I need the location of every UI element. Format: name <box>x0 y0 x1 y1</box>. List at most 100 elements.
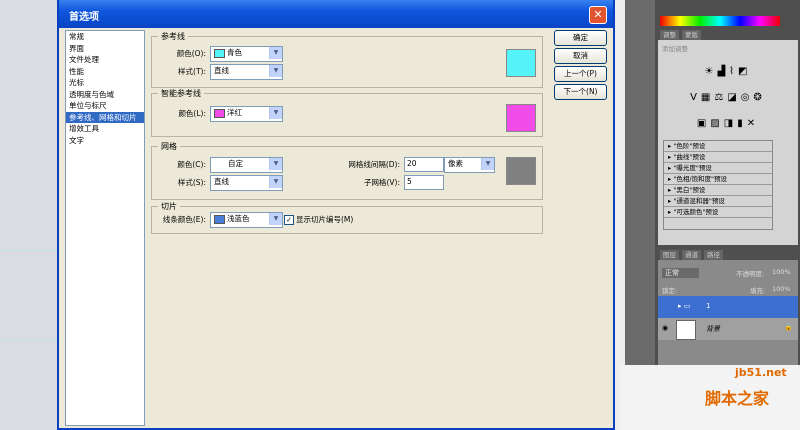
blend-mode-select[interactable]: 正常 <box>662 268 699 278</box>
opacity-value[interactable]: 100% <box>772 268 791 276</box>
chevron-down-icon: ▼ <box>269 176 282 188</box>
smart-guides-color-label: 颜色(L): <box>178 109 206 118</box>
curves-icon[interactable]: ⌇ <box>729 66 738 77</box>
slices-group: 切片 线条颜色(E): 浅蓝色 ▼ ✓ 显示切片编号(M) <box>151 201 543 234</box>
category-item-selected[interactable]: 参考线、网格和切片 <box>66 111 144 123</box>
category-item[interactable]: 常规 <box>66 31 144 43</box>
category-item[interactable]: 增效工具 <box>66 123 144 135</box>
preset-item[interactable]: ▸ "曲线"预设 <box>664 152 772 163</box>
dialog-titlebar: 首选项 ✕ <box>59 0 613 28</box>
show-slice-numbers-label: 显示切片编号(M) <box>296 215 354 224</box>
grid-color-label: 颜色(C): <box>177 160 206 169</box>
slice-line-color-select[interactable]: 浅蓝色 ▼ <box>210 212 283 228</box>
lock-label: 锁定: <box>662 287 678 295</box>
tab-paths[interactable]: 路径 <box>704 250 723 260</box>
smart-guides-title: 智能参考线 <box>158 88 204 99</box>
vibrance-icon[interactable]: V <box>690 92 701 103</box>
category-item[interactable]: 单位与标尺 <box>66 100 144 112</box>
adjustment-icons-row-1[interactable]: ☀▟⌇◩ <box>658 66 798 77</box>
guides-color-swatch[interactable] <box>506 49 536 77</box>
watermark-name: 脚本之家 <box>705 389 770 408</box>
photo-filter-icon[interactable]: ◎ <box>741 92 754 103</box>
category-item[interactable]: 透明度与色域 <box>66 89 144 101</box>
layer-row[interactable]: ◉ 背景 🔒 <box>658 318 798 340</box>
adjustments-subtitle: 添加调整 <box>662 45 688 53</box>
chevron-down-icon: ▼ <box>269 47 282 59</box>
eye-icon[interactable]: ◉ <box>662 324 668 332</box>
category-item[interactable]: 文件处理 <box>66 54 144 66</box>
preset-item[interactable]: ▸ "曝光度"预设 <box>664 163 772 174</box>
show-slice-numbers-checkbox[interactable]: ✓ <box>284 215 294 225</box>
grid-style-select[interactable]: 直线 ▼ <box>210 175 283 191</box>
adjustment-icons-row-3[interactable]: ▣▨◨▮✕ <box>658 118 798 129</box>
color-spectrum[interactable] <box>660 16 780 26</box>
guides-style-select[interactable]: 直线 ▼ <box>210 64 283 80</box>
bw-icon[interactable]: ◪ <box>727 92 740 103</box>
close-button[interactable]: ✕ <box>589 6 607 24</box>
hue-icon[interactable]: ▦ <box>701 92 714 103</box>
threshold-icon[interactable]: ◨ <box>724 118 737 129</box>
brightness-icon[interactable]: ☀ <box>704 66 717 77</box>
layers-panel: 正常 不透明度: 100% 锁定: 填充: 100% ▸ ▭ 1 ◉ 背景 🔒 <box>658 260 798 365</box>
slice-line-color-value: 浅蓝色 <box>227 214 250 223</box>
mixer-icon[interactable]: ❂ <box>754 92 766 103</box>
balance-icon[interactable]: ⚖ <box>714 92 727 103</box>
smart-guides-color-swatch[interactable] <box>506 104 536 132</box>
category-item[interactable]: 界面 <box>66 43 144 55</box>
category-item[interactable]: 性能 <box>66 66 144 78</box>
gridline-every-input[interactable]: 20 <box>404 157 444 172</box>
levels-icon[interactable]: ▟ <box>717 66 729 77</box>
smart-guides-color-select[interactable]: 洋红 ▼ <box>210 106 283 122</box>
posterize-icon[interactable]: ▨ <box>710 118 723 129</box>
preset-item[interactable]: ▸ "可选颜色"预设 <box>664 207 772 218</box>
category-list[interactable]: 常规 界面 文件处理 性能 光标 透明度与色域 单位与标尺 参考线、网格和切片 … <box>65 30 145 426</box>
guides-color-select[interactable]: 青色 ▼ <box>210 46 283 62</box>
chevron-down-icon: ▼ <box>481 158 494 170</box>
preset-item[interactable]: ▸ "通道混和器"预设 <box>664 196 772 207</box>
dialog-title: 首选项 <box>69 12 99 23</box>
chevron-down-icon: ▼ <box>269 107 282 119</box>
preferences-dialog: 首选项 ✕ 常规 界面 文件处理 性能 光标 透明度与色域 单位与标尺 参考线、… <box>57 0 631 430</box>
grid-color-value: 自定 <box>228 159 243 168</box>
preset-item[interactable]: ▸ "色相/饱和度"预设 <box>664 174 772 185</box>
prev-button[interactable]: 上一个(P) <box>554 66 607 82</box>
next-button[interactable]: 下一个(N) <box>554 84 607 100</box>
tab-channels[interactable]: 通道 <box>682 250 701 260</box>
gradient-map-icon[interactable]: ▮ <box>737 118 747 129</box>
tab-masks[interactable]: 蒙版 <box>682 30 701 40</box>
subdivisions-label: 子网格(V): <box>363 178 400 187</box>
cancel-button[interactable]: 取消 <box>554 48 607 64</box>
guides-group: 参考线 颜色(O): 青色 ▼ 样式(T): 直线 ▼ <box>151 31 543 88</box>
chevron-down-icon: ▼ <box>269 65 282 77</box>
layer-row-selected[interactable]: ▸ ▭ 1 <box>658 296 798 318</box>
layer-name: 1 <box>706 302 711 310</box>
preset-item[interactable]: ▸ "黑白"预设 <box>664 185 772 196</box>
tab-adjustments[interactable]: 调整 <box>660 30 679 40</box>
slice-line-color-label: 线条颜色(E): <box>162 215 206 224</box>
ok-button[interactable]: 确定 <box>554 30 607 46</box>
guides-color-value: 青色 <box>227 48 242 57</box>
adjustment-icons-row-2[interactable]: V▦⚖◪◎❂ <box>658 92 798 103</box>
grid-group: 网格 颜色(C): 自定 ▼ 样式(S): 直线 ▼ 网格线间隔(D): 20 … <box>151 141 543 200</box>
grid-unit-select[interactable]: 像素 ▼ <box>444 157 495 173</box>
category-item[interactable]: 文字 <box>66 135 144 147</box>
chevron-down-icon: ▼ <box>269 213 282 225</box>
gridline-every-label: 网格线间隔(D): <box>348 160 400 169</box>
smart-guides-color-swatch-small <box>214 108 225 118</box>
selective-color-icon[interactable]: ✕ <box>747 118 759 129</box>
tab-layers[interactable]: 图层 <box>660 250 679 260</box>
layer-name: 背景 <box>706 325 720 333</box>
grid-unit-value: 像素 <box>448 159 463 168</box>
exposure-icon[interactable]: ◩ <box>738 66 751 77</box>
grid-color-select[interactable]: 自定 ▼ <box>210 157 283 173</box>
invert-icon[interactable]: ▣ <box>697 118 710 129</box>
grid-color-swatch[interactable] <box>506 157 536 185</box>
subdivisions-input[interactable]: 5 <box>404 175 444 190</box>
layer-thumbnail <box>676 320 696 340</box>
smart-guides-color-value: 洋红 <box>227 108 242 117</box>
fill-value[interactable]: 100% <box>772 285 791 293</box>
preset-list[interactable]: ▸ "色阶"预设 ▸ "曲线"预设 ▸ "曝光度"预设 ▸ "色相/饱和度"预设… <box>663 140 773 230</box>
preset-item[interactable]: ▸ "色阶"预设 <box>664 141 772 152</box>
category-item[interactable]: 光标 <box>66 77 144 89</box>
panel-dock-bar <box>625 0 655 365</box>
